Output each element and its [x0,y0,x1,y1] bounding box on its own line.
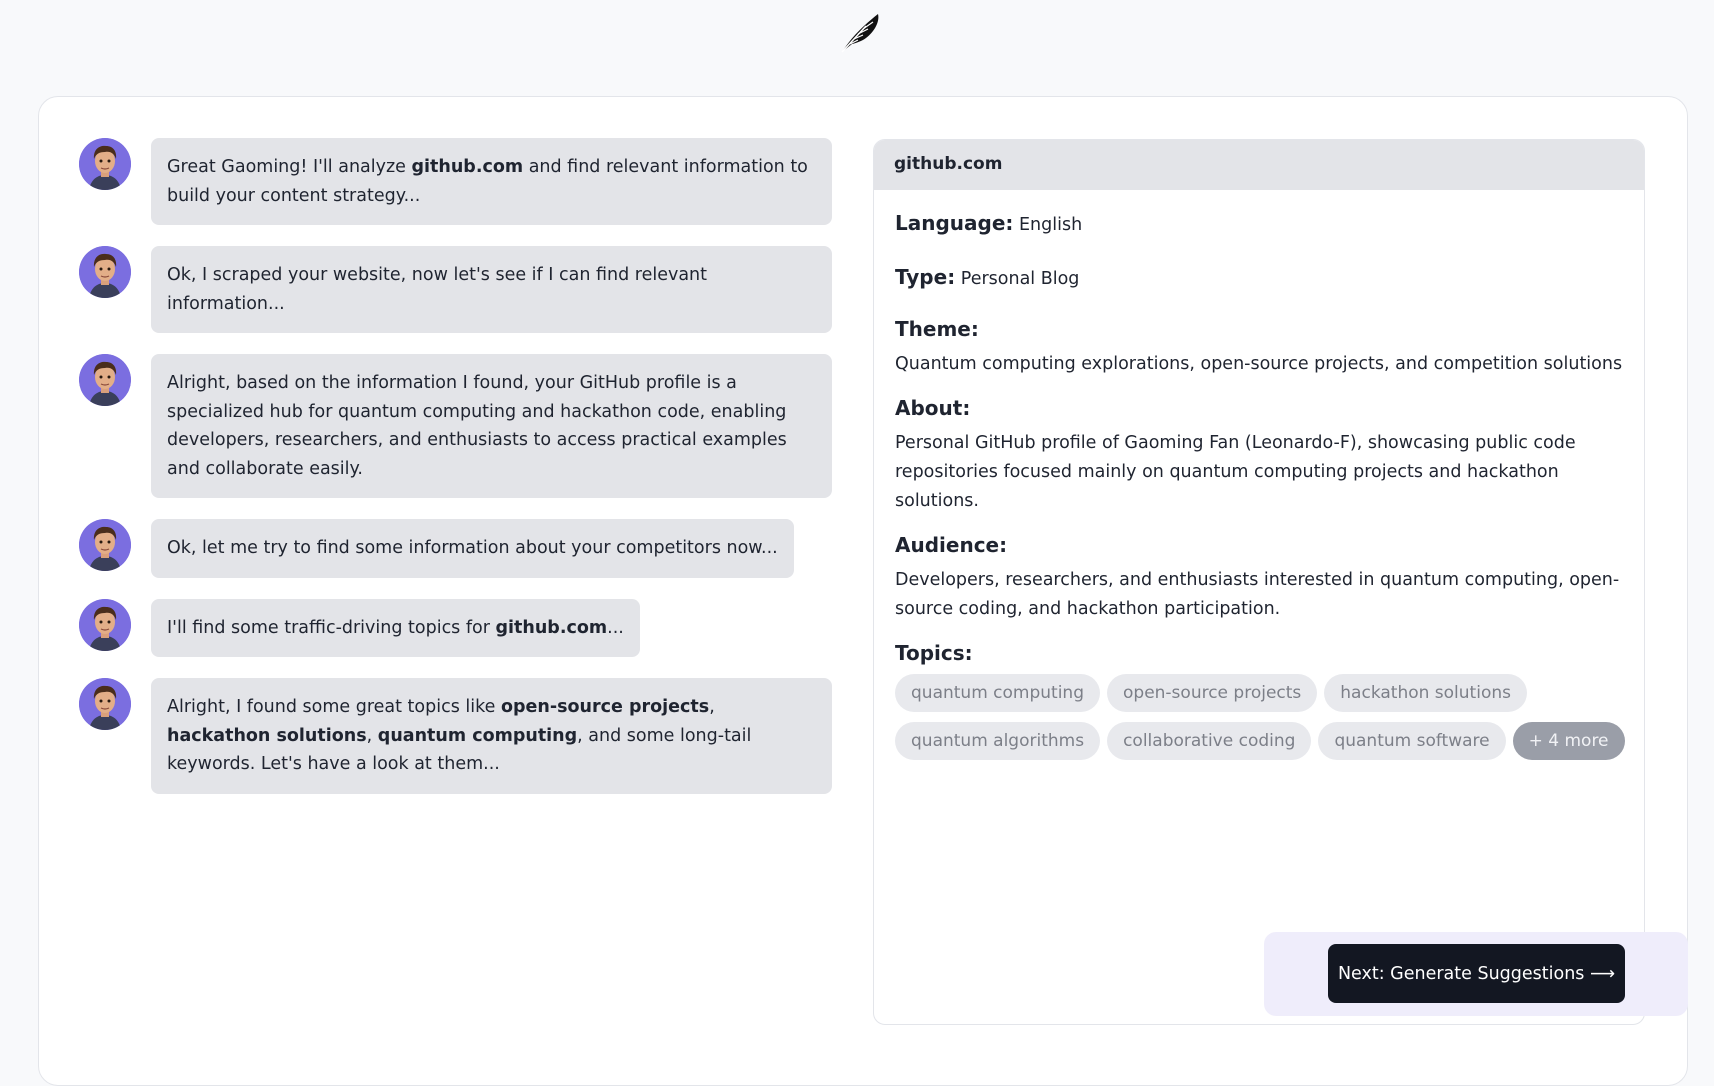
about-label: About: [895,396,971,420]
topic-chip: quantum algorithms [895,722,1101,760]
chat-bubble: Ok, I scraped your website, now let's se… [151,246,832,333]
topics-list: quantum computing open-source projects h… [895,674,1635,760]
chat-bubble: Alright, based on the information I foun… [151,354,832,498]
message-text: Ok, I scraped your website, now let's se… [167,265,707,314]
message-text: Alright, I found some great topics like [167,697,501,717]
next-generate-suggestions-button[interactable]: Next: Generate Suggestions ⟶ [1328,944,1625,1003]
type-row: Type: Personal Blog [895,262,1623,294]
chat-bubble: Ok, let me try to find some information … [151,519,794,578]
topics-label: Topics: [895,641,973,665]
chat-bubble: I'll find some traffic-driving topics fo… [151,598,640,657]
topic-chip: hackathon solutions [1324,674,1527,712]
chat-thread: Great Gaoming! I'll analyze github.com a… [79,138,834,815]
chat-message: Alright, I found some great topics like … [79,678,834,794]
bold-text: open-source projects [500,697,710,717]
message-text: Great Gaoming! I'll analyze [167,157,412,177]
topic-chip: quantum software [1318,722,1506,760]
assistant-avatar [79,598,131,651]
bold-text: github.com [411,157,524,177]
chat-message: Alright, based on the information I foun… [79,354,834,498]
audience-label: Audience: [895,533,1008,557]
message-text: , [366,725,378,746]
bold-text: quantum computing [377,725,578,746]
chat-message: Ok, let me try to find some information … [79,519,834,578]
topic-chip: quantum computing [895,674,1100,712]
language-row: Language: English [895,208,1623,240]
chat-message: Ok, I scraped your website, now let's se… [79,246,834,333]
site-info-panel: github.com Language: English Type: Perso… [873,139,1645,1025]
theme-value: Quantum computing explorations, open-sou… [895,354,1623,374]
bold-text: hackathon solutions [167,725,367,746]
assistant-avatar [79,519,131,571]
language-value: English [1019,215,1083,235]
assistant-avatar [79,138,131,190]
chat-message: Great Gaoming! I'll analyze github.com a… [79,138,834,225]
message-text: , [709,697,715,717]
panel-site-title: github.com [874,140,1644,190]
feather-logo-icon [836,10,886,54]
about-value: Personal GitHub profile of Gaoming Fan (… [895,433,1576,511]
more-topics-button[interactable]: + 4 more [1512,722,1625,760]
chat-message: I'll find some traffic-driving topics fo… [79,598,834,657]
assistant-avatar [79,246,131,298]
bold-text: github.com [495,617,608,638]
topic-chip: open-source projects [1107,674,1318,712]
message-text: ... [607,617,624,638]
assistant-avatar [79,354,131,406]
assistant-avatar [79,678,131,730]
language-label: Language: [895,211,1014,235]
audience-value: Developers, researchers, and enthusiasts… [895,570,1620,619]
message-text: I'll find some traffic-driving topics fo… [167,617,496,638]
message-text: Alright, based on the information I foun… [167,373,787,479]
message-text: Ok, let me try to find some information … [167,538,778,558]
type-label: Type: [895,265,956,289]
chat-bubble: Alright, I found some great topics like … [151,678,832,794]
topic-chip: collaborative coding [1107,722,1312,760]
theme-label: Theme: [895,317,979,341]
chat-bubble: Great Gaoming! I'll analyze github.com a… [151,138,832,225]
type-value: Personal Blog [960,269,1080,289]
